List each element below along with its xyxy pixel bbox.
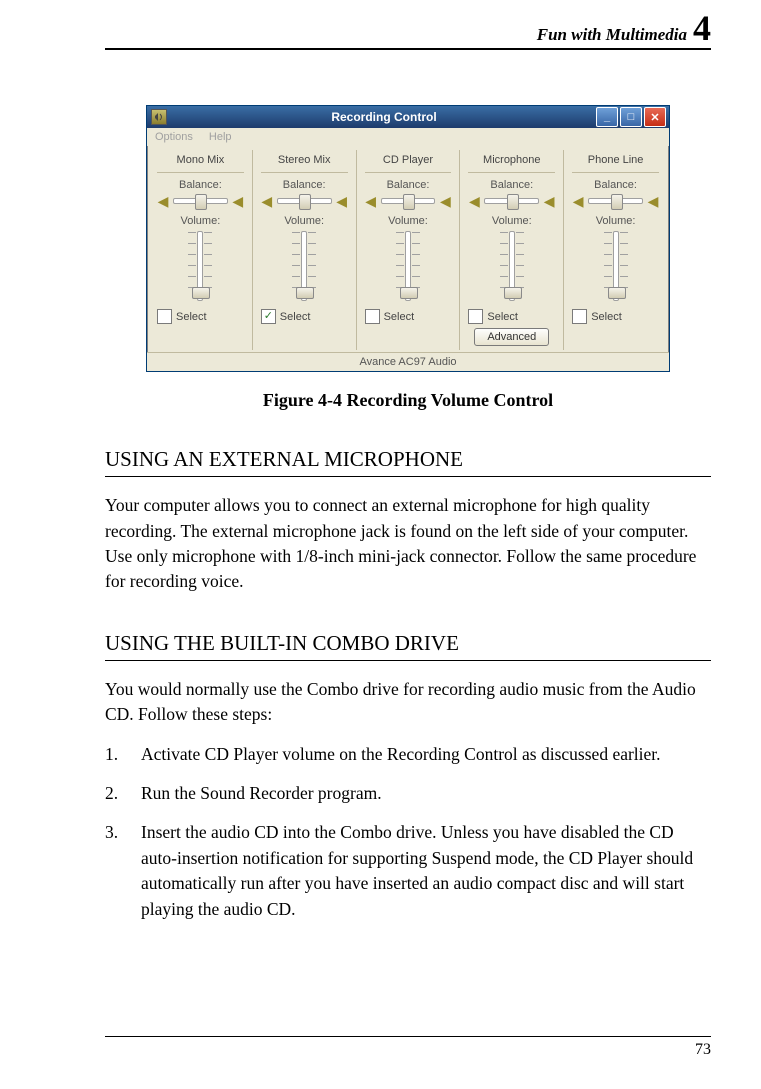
- section-body-microphone: Your computer allows you to connect an e…: [105, 493, 711, 595]
- mixer-channel: MicrophoneBalance:◀◀Volume:SelectAdvance…: [460, 150, 564, 350]
- list-item-text: Activate CD Player volume on the Recordi…: [141, 742, 661, 767]
- list-item-number: 3.: [105, 820, 141, 922]
- menu-help[interactable]: Help: [209, 131, 232, 143]
- section-intro-combo-drive: You would normally use the Combo drive f…: [105, 677, 711, 728]
- select-label: Select: [591, 311, 622, 323]
- balance-slider[interactable]: ◀◀: [157, 195, 244, 207]
- speaker-right-icon: ◀: [439, 195, 451, 207]
- channel-title: CD Player: [365, 154, 452, 173]
- balance-label: Balance:: [365, 179, 452, 191]
- volume-label: Volume:: [365, 215, 452, 227]
- speaker-left-icon: ◀: [572, 195, 584, 207]
- figure-caption: Figure 4-4 Recording Volume Control: [105, 390, 711, 411]
- menu-bar: Options Help: [147, 128, 669, 146]
- channel-title: Stereo Mix: [261, 154, 348, 173]
- volume-label: Volume:: [157, 215, 244, 227]
- section-heading-microphone: USING AN EXTERNAL MICROPHONE: [105, 447, 711, 477]
- close-button[interactable]: ✕: [644, 107, 666, 127]
- volume-label: Volume:: [261, 215, 348, 227]
- balance-slider[interactable]: ◀◀: [261, 195, 348, 207]
- speaker-left-icon: ◀: [468, 195, 480, 207]
- select-checkbox[interactable]: [468, 309, 483, 324]
- list-item-number: 1.: [105, 742, 141, 767]
- channel-title: Mono Mix: [157, 154, 244, 173]
- speaker-right-icon: ◀: [336, 195, 348, 207]
- list-item: 1.Activate CD Player volume on the Recor…: [105, 742, 711, 767]
- speaker-left-icon: ◀: [261, 195, 273, 207]
- list-item: 3.Insert the audio CD into the Combo dri…: [105, 820, 711, 922]
- mixer-channel: CD PlayerBalance:◀◀Volume:Select: [357, 150, 461, 350]
- balance-label: Balance:: [468, 179, 555, 191]
- balance-label: Balance:: [157, 179, 244, 191]
- select-checkbox[interactable]: [572, 309, 587, 324]
- volume-slider[interactable]: [261, 231, 348, 301]
- speaker-right-icon: ◀: [543, 195, 555, 207]
- select-checkbox[interactable]: [157, 309, 172, 324]
- channel-title: Microphone: [468, 154, 555, 173]
- select-label: Select: [176, 311, 207, 323]
- select-checkbox-row[interactable]: Select: [572, 309, 659, 324]
- balance-slider[interactable]: ◀◀: [468, 195, 555, 207]
- list-item-text: Insert the audio CD into the Combo drive…: [141, 820, 711, 922]
- app-icon: [151, 109, 167, 125]
- maximize-button[interactable]: □: [620, 107, 642, 127]
- select-checkbox-row[interactable]: Select: [468, 309, 555, 324]
- select-label: Select: [280, 311, 311, 323]
- volume-slider[interactable]: [572, 231, 659, 301]
- list-item: 2.Run the Sound Recorder program.: [105, 781, 711, 806]
- recording-control-window: Recording Control _ □ ✕ Options Help Mon…: [146, 105, 670, 372]
- balance-slider[interactable]: ◀◀: [365, 195, 452, 207]
- balance-slider[interactable]: ◀◀: [572, 195, 659, 207]
- advanced-button[interactable]: Advanced: [474, 328, 549, 346]
- steps-list: 1.Activate CD Player volume on the Recor…: [105, 742, 711, 922]
- select-checkbox[interactable]: ✓: [261, 309, 276, 324]
- select-checkbox-row[interactable]: Select: [157, 309, 244, 324]
- page-number: 73: [695, 1041, 711, 1058]
- menu-options[interactable]: Options: [155, 131, 193, 143]
- window-title: Recording Control: [172, 110, 596, 124]
- list-item-text: Run the Sound Recorder program.: [141, 781, 382, 806]
- page-footer: 73: [105, 1036, 711, 1059]
- select-label: Select: [487, 311, 518, 323]
- list-item-number: 2.: [105, 781, 141, 806]
- volume-label: Volume:: [468, 215, 555, 227]
- select-checkbox-row[interactable]: ✓ Select: [261, 309, 348, 324]
- window-titlebar: Recording Control _ □ ✕: [147, 106, 669, 128]
- speaker-left-icon: ◀: [365, 195, 377, 207]
- balance-label: Balance:: [261, 179, 348, 191]
- header-chapter-number: 4: [693, 10, 711, 46]
- balance-label: Balance:: [572, 179, 659, 191]
- mixer-channel: Phone LineBalance:◀◀Volume:Select: [564, 150, 667, 350]
- figure-container: Recording Control _ □ ✕ Options Help Mon…: [105, 105, 711, 411]
- volume-label: Volume:: [572, 215, 659, 227]
- mixer-channel: Stereo MixBalance:◀◀Volume:✓Select: [253, 150, 357, 350]
- status-bar: Avance AC97 Audio: [147, 352, 669, 371]
- mixer-channel: Mono MixBalance:◀◀Volume:Select: [149, 150, 253, 350]
- select-label: Select: [384, 311, 415, 323]
- select-checkbox[interactable]: [365, 309, 380, 324]
- header-title: Fun with Multimedia: [537, 25, 687, 45]
- volume-slider[interactable]: [157, 231, 244, 301]
- mixer-body: Mono MixBalance:◀◀Volume:SelectStereo Mi…: [147, 146, 669, 352]
- channel-title: Phone Line: [572, 154, 659, 173]
- section-heading-combo-drive: USING THE BUILT-IN COMBO DRIVE: [105, 631, 711, 661]
- page-header: Fun with Multimedia 4: [105, 10, 711, 50]
- volume-slider[interactable]: [468, 231, 555, 301]
- speaker-right-icon: ◀: [232, 195, 244, 207]
- select-checkbox-row[interactable]: Select: [365, 309, 452, 324]
- volume-slider[interactable]: [365, 231, 452, 301]
- speaker-right-icon: ◀: [647, 195, 659, 207]
- speaker-left-icon: ◀: [157, 195, 169, 207]
- minimize-button[interactable]: _: [596, 107, 618, 127]
